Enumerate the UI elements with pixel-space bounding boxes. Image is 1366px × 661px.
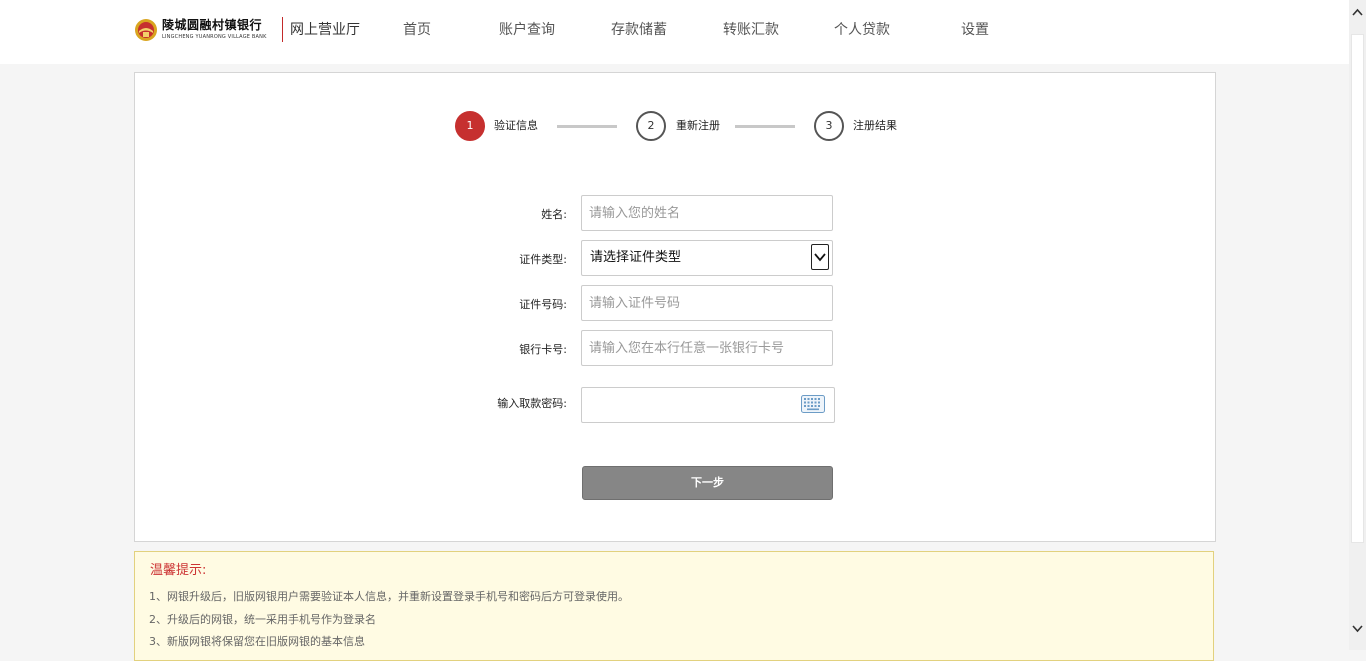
password-field[interactable]: [581, 387, 835, 423]
step-3-circle: 3: [814, 111, 844, 141]
bank-emblem-icon: [135, 19, 157, 41]
tips-panel: 温馨提示: 1、网银升级后，旧版网银用户需要验证本人信息，并重新设置登录手机号和…: [134, 551, 1214, 661]
next-step-button[interactable]: 下一步: [582, 466, 833, 500]
step-1-label: 验证信息: [494, 119, 538, 132]
id-type-select[interactable]: 请选择证件类型: [581, 240, 833, 276]
step-connector: [735, 125, 795, 128]
chevron-down-icon[interactable]: [1349, 620, 1366, 637]
online-hall-title: 网上营业厅: [290, 22, 360, 38]
id-number-label: 证件号码:: [519, 298, 567, 311]
vertical-scrollbar[interactable]: [1349, 0, 1366, 650]
name-input[interactable]: [581, 195, 833, 231]
nav-personal-loan[interactable]: 个人贷款: [834, 20, 890, 40]
step-3-label: 注册结果: [853, 119, 897, 132]
logo-divider: [282, 17, 283, 42]
nav-transfer[interactable]: 转账汇款: [723, 20, 779, 40]
logo-english-name: LINGCHENG YUANRONG VILLAGE BANK: [162, 34, 267, 40]
step-2-label: 重新注册: [676, 119, 720, 132]
nav-account-query[interactable]: 账户查询: [499, 20, 555, 40]
tips-line-3: 3、新版网银将保留您在旧版网银的基本信息: [149, 635, 365, 648]
keyboard-icon[interactable]: [801, 395, 825, 413]
step-2-circle: 2: [636, 111, 666, 141]
tips-title: 温馨提示:: [150, 563, 207, 578]
card-number-input[interactable]: [581, 330, 833, 366]
chevron-up-icon[interactable]: [1349, 4, 1366, 21]
step-1-circle: 1: [455, 111, 485, 141]
bank-logo[interactable]: 陵城圆融村镇银行 LINGCHENG YUANRONG VILLAGE BANK: [134, 16, 274, 46]
tips-line-1: 1、网银升级后，旧版网银用户需要验证本人信息，并重新设置登录手机号和密码后方可登…: [149, 590, 629, 603]
tips-line-2: 2、升级后的网银，统一采用手机号作为登录名: [149, 613, 376, 626]
header-bar: 陵城圆融村镇银行 LINGCHENG YUANRONG VILLAGE BANK…: [0, 0, 1349, 64]
id-type-label: 证件类型:: [519, 253, 567, 266]
nav-deposit-savings[interactable]: 存款储蓄: [611, 20, 667, 40]
chevron-down-icon[interactable]: [811, 244, 829, 270]
id-type-selected-value: 请选择证件类型: [590, 250, 682, 265]
scrollbar-thumb[interactable]: [1351, 34, 1364, 543]
nav-home[interactable]: 首页: [403, 20, 431, 40]
name-label: 姓名:: [541, 208, 567, 221]
nav-settings[interactable]: 设置: [961, 20, 989, 40]
step-connector: [557, 125, 617, 128]
id-number-input[interactable]: [581, 285, 833, 321]
card-number-label: 银行卡号:: [519, 343, 567, 356]
password-label: 输入取款密码:: [497, 397, 567, 410]
logo-chinese-name: 陵城圆融村镇银行: [162, 18, 263, 32]
